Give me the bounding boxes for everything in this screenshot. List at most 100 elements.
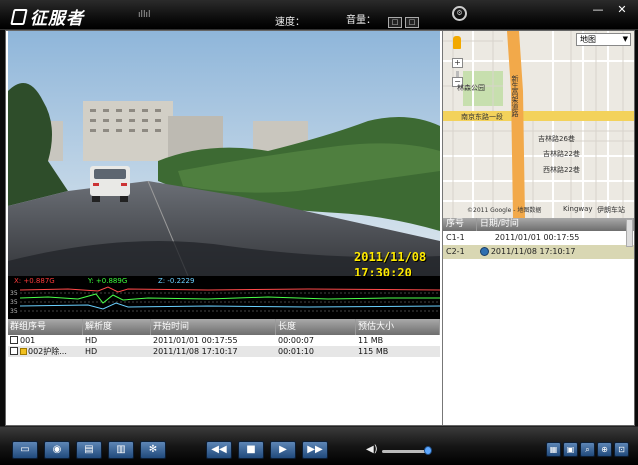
magnify-icon: ⊕ [601, 445, 608, 454]
search-icon: ⌕ [585, 445, 590, 454]
close-button[interactable]: ✕ [614, 4, 630, 16]
signal-indicator: ıllıl [138, 10, 151, 20]
logo-text: 征服者 [30, 9, 84, 29]
trash-icon: ▥ [116, 444, 126, 455]
speed-label: 速度： [275, 17, 305, 28]
map-attribution: ©2011 Google - 地图数据 [467, 207, 542, 214]
checkbox[interactable] [10, 347, 18, 355]
file-id: 001 [20, 336, 36, 345]
gps-row[interactable]: C1-1 2011/01/01 00:17:55 [443, 231, 634, 245]
settings-icon: ✻ [148, 444, 158, 455]
map-label-jilin-22: 吉林路22巷 [543, 150, 580, 158]
video-player[interactable]: 2011/11/08 17:30:20 [8, 31, 440, 276]
map-view[interactable]: + − 地图 ▼ 林森公园 南京东路一段 新生高架道路 吉林路26巷 吉林路22… [442, 31, 634, 218]
title-bar: 征服者 ıllıl 速度： 音量： □ □ ⚙ — ✕ [0, 0, 638, 30]
export-icon: ▣ [566, 445, 575, 454]
gps-datetime: 2011/11/08 17:10:17 [490, 247, 576, 256]
app-logo: 征服者 [10, 4, 84, 29]
map-icon: ▦ [549, 445, 558, 454]
col-start-time[interactable]: 开始时间 [151, 319, 276, 335]
magnify-button[interactable]: ⊕ [597, 442, 612, 457]
video-timestamp: 2011/11/08 17:30:20 [354, 249, 426, 276]
col-datetime[interactable]: 日期/时间 [477, 218, 634, 231]
col-length[interactable]: 长度 [276, 319, 356, 335]
view-mode-button-1[interactable]: □ [388, 17, 402, 28]
search-button[interactable]: ⌕ [580, 442, 595, 457]
zoom-in-button[interactable]: + [452, 58, 463, 68]
settings-button[interactable]: ✻ [140, 441, 166, 459]
volume-slider-handle[interactable] [424, 446, 432, 455]
gps-row[interactable]: C2-1 2011/11/08 17:10:17 [443, 245, 634, 259]
gps-number: C1-1 [446, 233, 465, 242]
file-size: 11 MB [358, 336, 384, 345]
g-sensor-traces [19, 286, 440, 312]
stop-button[interactable]: ■ [238, 441, 264, 459]
file-row[interactable]: 001 HD 2011/01/01 00:17:55 00:00:07 11 M… [8, 335, 440, 346]
view-mode-button-2[interactable]: □ [405, 17, 419, 28]
map-label-xilin-22: 西林路22巷 [543, 166, 580, 174]
g-sensor-graph: X: +0.887G Y: +0.889G Z: -0.2229 35 35 3… [8, 276, 440, 319]
street-view-pegman-icon[interactable] [453, 36, 461, 49]
gps-marker-icon [479, 247, 489, 256]
file-size: 115 MB [358, 347, 389, 356]
save-button[interactable]: ▤ [76, 441, 102, 459]
file-length: 00:01:10 [278, 347, 314, 356]
map-label-main-road: 南京东路一段 [461, 113, 503, 121]
volume-slider[interactable] [382, 450, 430, 453]
checkbox[interactable] [10, 336, 18, 344]
gps-datetime: 2011/01/01 00:17:55 [494, 233, 580, 242]
folder-icon: ▭ [20, 444, 30, 455]
map-label-kingway: Kingway [563, 205, 593, 213]
file-row[interactable]: 002护除... HD 2011/11/08 17:10:17 00:01:10… [8, 346, 440, 357]
video-time: 17:30:20 [354, 266, 412, 276]
chevron-down-icon: ▼ [622, 35, 628, 43]
gear-icon[interactable]: ⚙ [452, 6, 467, 21]
lock-icon: ⊡ [618, 445, 625, 454]
file-id: 002护除... [28, 347, 67, 356]
map-label-elevated-road: 新生高架道路 [511, 75, 519, 117]
col-number[interactable]: 序号 [443, 218, 477, 231]
play-button[interactable]: ▶ [270, 441, 296, 459]
file-resolution: HD [85, 347, 98, 356]
video-frame-image [8, 31, 440, 276]
file-resolution: HD [85, 336, 98, 345]
stop-icon: ■ [246, 444, 256, 455]
save-icon: ▤ [84, 444, 94, 455]
rewind-button[interactable]: ◀◀ [206, 441, 232, 459]
delete-button[interactable]: ▥ [108, 441, 134, 459]
open-folder-button[interactable]: ▭ [12, 441, 38, 459]
map-image [443, 31, 634, 218]
map-view-button[interactable]: ▦ [546, 442, 561, 457]
map-type-value: 地图 [580, 35, 596, 44]
video-date: 2011/11/08 [354, 250, 427, 264]
map-type-select[interactable]: 地图 ▼ [576, 33, 631, 46]
map-label-jilin-26: 吉林路26巷 [538, 135, 575, 143]
minimize-button[interactable]: — [590, 4, 606, 16]
col-group-number[interactable]: 群组序号 [8, 319, 83, 335]
map-label-station: 伊朗车站 [597, 206, 625, 214]
file-length: 00:00:07 [278, 336, 314, 345]
lock-icon [20, 348, 27, 355]
fast-forward-icon: ▶▶ [307, 444, 323, 455]
gps-number: C2-1 [446, 247, 465, 256]
file-list-header: 群组序号 解析度 开始时间 长度 预估大小 [8, 319, 440, 335]
lock-button[interactable]: ⊡ [614, 442, 629, 457]
fast-forward-button[interactable]: ▶▶ [302, 441, 328, 459]
file-start-time: 2011/01/01 00:17:55 [153, 336, 238, 345]
logo-mark-icon [10, 8, 28, 25]
video-file-list: 群组序号 解析度 开始时间 长度 预估大小 001 HD 2011/01/01 … [8, 319, 440, 425]
speaker-icon[interactable]: ◀) [366, 444, 378, 455]
export-button[interactable]: ▣ [563, 442, 578, 457]
col-estimated-size[interactable]: 预估大小 [356, 319, 440, 335]
main-frame: 2011/11/08 17:30:20 X: +0.887G Y: +0.889… [5, 30, 635, 426]
file-start-time: 2011/11/08 17:10:17 [153, 347, 238, 356]
gps-list-header: 序号 日期/时间 [443, 218, 634, 231]
col-resolution[interactable]: 解析度 [83, 319, 151, 335]
snapshot-button[interactable]: ◉ [44, 441, 70, 459]
control-bar: ▭ ◉ ▤ ▥ ✻ ◀◀ ■ ▶ ▶▶ ◀) ▦ ▣ ⌕ ⊕ ⊡ [0, 426, 638, 465]
vertical-scrollbar[interactable] [626, 219, 633, 247]
gps-point-list: 序号 日期/时间 C1-1 2011/01/01 00:17:55 C2-1 2… [442, 218, 634, 425]
camera-icon: ◉ [52, 444, 62, 455]
volume-label: 音量： [346, 15, 376, 26]
map-label-park: 林森公园 [457, 84, 485, 92]
